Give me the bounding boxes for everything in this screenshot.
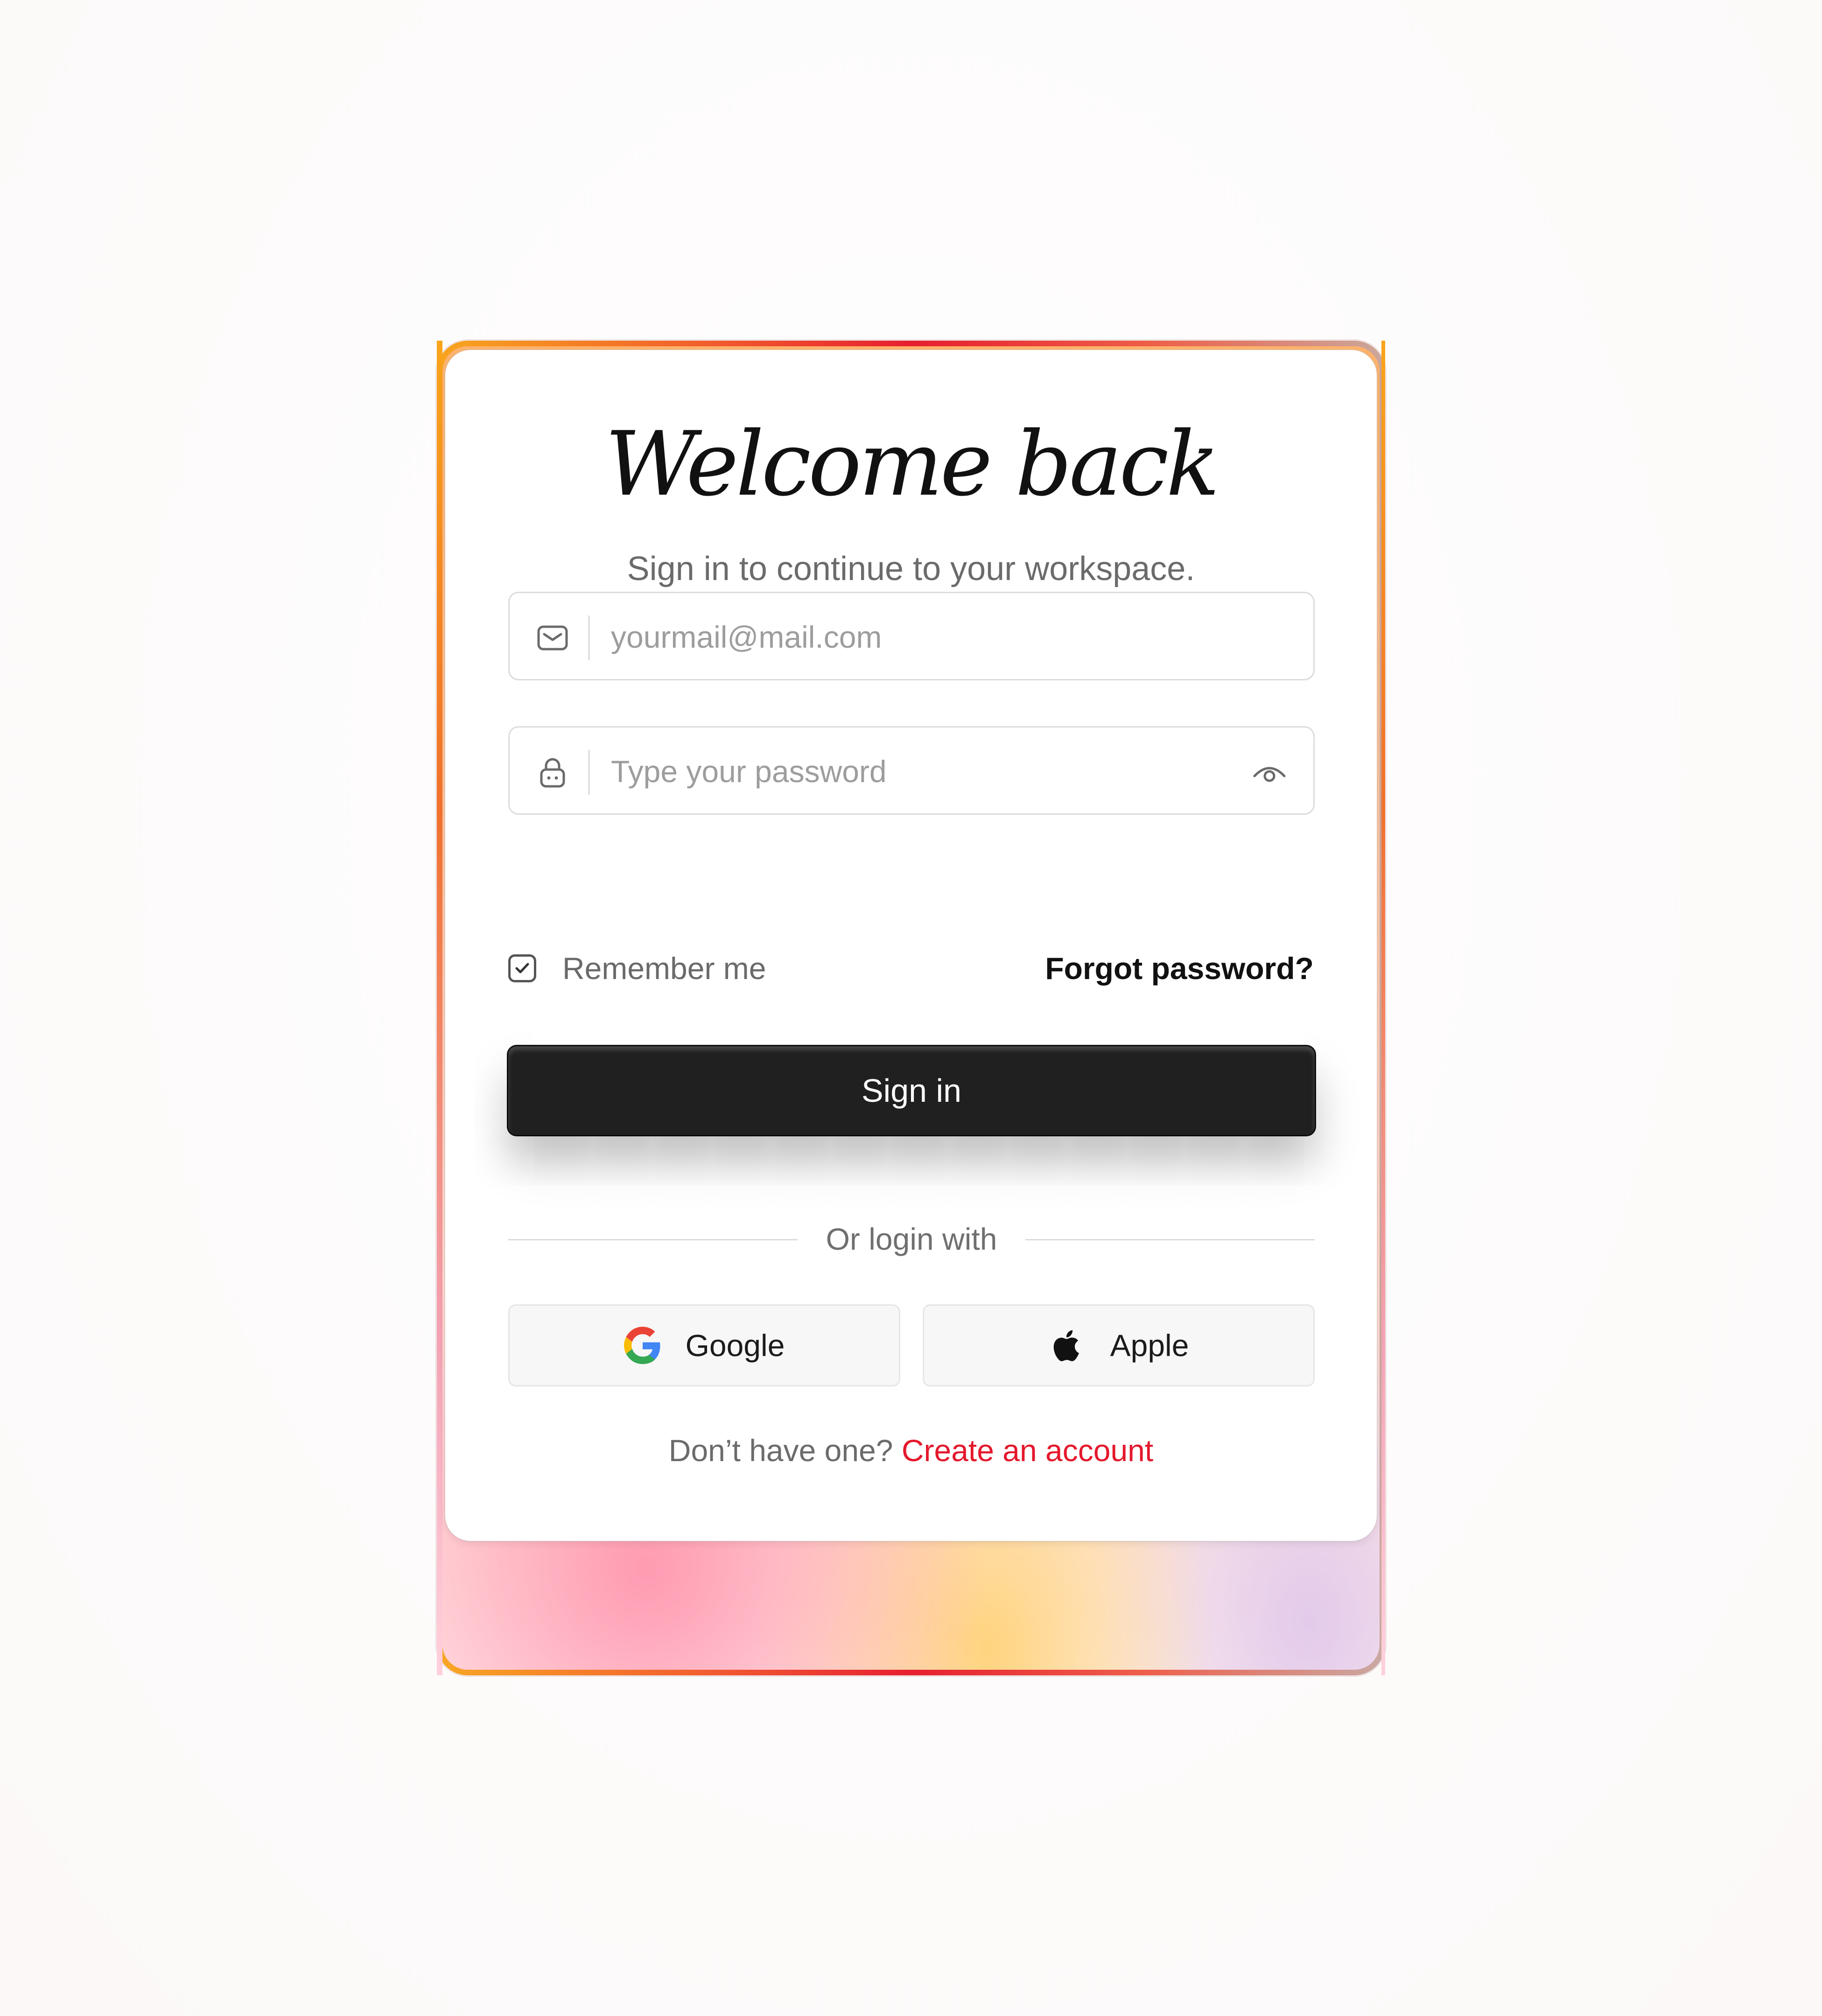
email-field-separator: [588, 616, 590, 660]
eye-icon[interactable]: [1252, 759, 1287, 785]
divider-line-right: [1025, 1239, 1315, 1240]
login-card: Welcome back Sign in to continue to your…: [445, 350, 1377, 1541]
remember-me[interactable]: Remember me: [508, 947, 766, 989]
email-input[interactable]: [610, 611, 1219, 663]
signup-prompt: Don’t have one? Create an account: [445, 1433, 1377, 1468]
page-subtitle: Sign in to continue to your workspace.: [627, 550, 1195, 588]
google-label: Google: [685, 1328, 785, 1363]
signup-prompt-text: Don’t have one?: [668, 1433, 893, 1468]
forgot-password-link[interactable]: Forgot password?: [1045, 947, 1314, 989]
create-account-link[interactable]: Create an account: [902, 1433, 1153, 1468]
email-field[interactable]: [508, 592, 1315, 680]
remember-label: Remember me: [562, 951, 766, 986]
apple-label: Apple: [1110, 1328, 1189, 1363]
remember-checkbox[interactable]: [508, 954, 536, 982]
apple-login-button[interactable]: Apple: [923, 1304, 1315, 1386]
password-field[interactable]: [508, 726, 1315, 815]
checkmark-icon: [515, 963, 529, 973]
mail-icon: [536, 621, 569, 655]
lock-icon: [536, 756, 569, 789]
page-title: Welcome back: [605, 413, 1219, 516]
password-input[interactable]: [610, 745, 1219, 798]
google-login-button[interactable]: Google: [508, 1304, 900, 1386]
password-field-separator: [588, 750, 590, 795]
divider: Or login with: [508, 1218, 1315, 1260]
apple-icon: [1053, 1330, 1079, 1361]
google-icon: [624, 1327, 660, 1364]
sign-in-button[interactable]: Sign in: [508, 1046, 1315, 1135]
